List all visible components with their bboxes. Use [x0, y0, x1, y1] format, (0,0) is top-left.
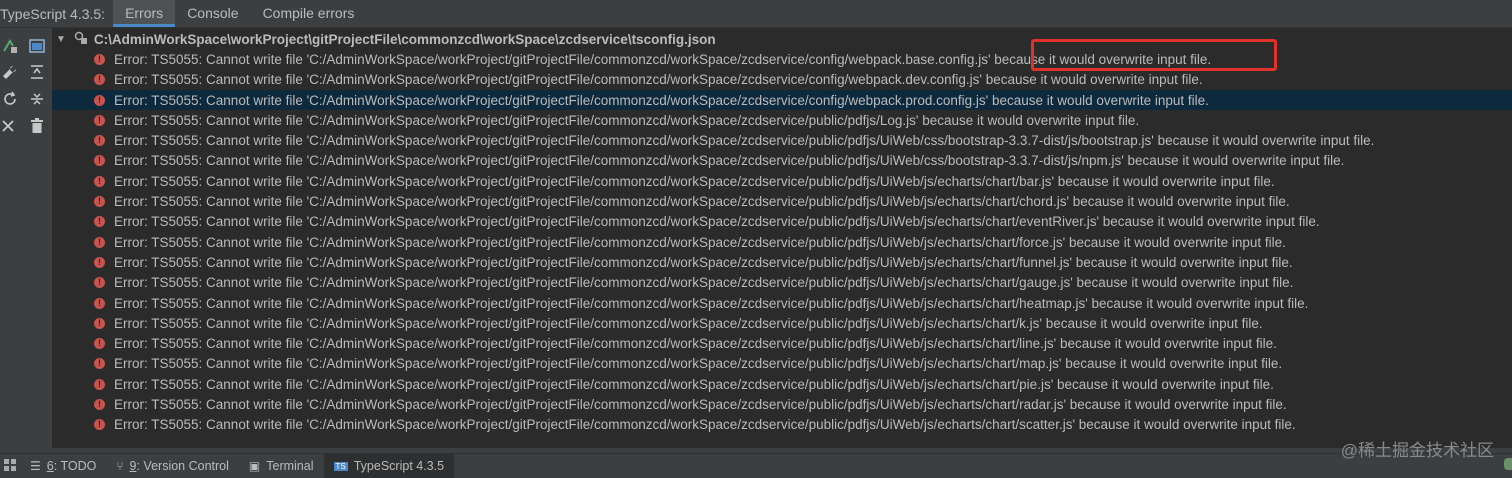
error-icon: ! — [94, 317, 105, 329]
error-row[interactable]: ! Error: TS5055: Cannot write file 'C:/Ad… — [52, 171, 1512, 191]
bottom-tool-bar: ☰ 6: TODO ⑂ 9: Version Control ▣ Termina… — [0, 453, 1512, 478]
tab-errors[interactable]: Errors — [113, 0, 176, 27]
error-message: Error: TS5055: Cannot write file 'C:/Adm… — [114, 397, 1287, 413]
error-row[interactable]: ! Error: TS5055: Cannot write file 'C:/Ad… — [52, 191, 1512, 211]
error-row[interactable]: ! Error: TS5055: Cannot write file 'C:/Ad… — [52, 89, 1512, 111]
error-row[interactable]: ! Error: TS5055: Cannot write file 'C:/Ad… — [52, 110, 1512, 130]
preview-panel-icon[interactable] — [27, 36, 47, 56]
close-icon[interactable] — [0, 116, 18, 136]
annotation-highlight — [1031, 39, 1277, 71]
todo-key: 6 — [46, 459, 54, 473]
error-row[interactable]: ! Error: TS5055: Cannot write file 'C:/Ad… — [52, 415, 1512, 435]
terminal-icon: ▣ — [248, 459, 261, 473]
vcs-label: : Version Control — [136, 459, 229, 473]
error-row[interactable]: ! Error: TS5055: Cannot write file 'C:/Ad… — [52, 394, 1512, 414]
todo-label: : TODO — [53, 459, 97, 473]
error-row[interactable]: ! Error: TS5055: Cannot write file 'C:/Ad… — [52, 70, 1512, 90]
error-message: Error: TS5055: Cannot write file 'C:/Adm… — [114, 417, 1296, 433]
tsconfig-path: C:\AdminWorkSpace\workProject\gitProject… — [93, 31, 716, 47]
error-icon: ! — [94, 256, 105, 268]
refresh-icon[interactable] — [0, 89, 20, 109]
error-row[interactable]: ! Error: TS5055: Cannot write file 'C:/Ad… — [52, 374, 1512, 394]
error-icon: ! — [94, 196, 105, 208]
tree-root-node[interactable]: ▼ C:\AdminWorkSpace\workProject\gitProje… — [52, 29, 1512, 49]
bottom-tab-typescript[interactable]: TS TypeScript 4.3.5 — [323, 454, 455, 478]
side-toolbar — [0, 28, 52, 448]
expand-arrow-icon[interactable]: ▼ — [56, 34, 66, 45]
error-message: Error: TS5055: Cannot write file 'C:/Adm… — [114, 92, 1209, 108]
list-icon: ☰ — [30, 459, 41, 473]
error-icon: ! — [94, 94, 105, 106]
error-icon: ! — [94, 399, 105, 411]
typescript-icon: TS — [333, 461, 348, 471]
error-message: Error: TS5055: Cannot write file 'C:/Adm… — [114, 112, 1140, 128]
error-icon: ! — [94, 378, 105, 390]
layout-icon[interactable] — [4, 458, 16, 474]
error-icon: ! — [94, 175, 105, 187]
error-row[interactable]: ! Error: TS5055: Cannot write file 'C:/Ad… — [52, 313, 1512, 333]
error-icon: ! — [94, 358, 105, 370]
error-row[interactable]: ! Error: TS5055: Cannot write file 'C:/Ad… — [52, 232, 1512, 252]
error-message: Error: TS5055: Cannot write file 'C:/Adm… — [114, 214, 1320, 230]
error-row[interactable]: ! Error: TS5055: Cannot write file 'C:/Ad… — [52, 49, 1512, 69]
error-row[interactable]: ! Error: TS5055: Cannot write file 'C:/Ad… — [52, 151, 1512, 171]
error-row[interactable]: ! Error: TS5055: Cannot write file 'C:/Ad… — [52, 273, 1512, 293]
tab-console[interactable]: Console — [175, 0, 250, 27]
error-message: Error: TS5055: Cannot write file 'C:/Adm… — [114, 295, 1309, 311]
error-message: Error: TS5055: Cannot write file 'C:/Adm… — [114, 153, 1345, 169]
error-row[interactable]: ! Error: TS5055: Cannot write file 'C:/Ad… — [52, 252, 1512, 272]
error-row[interactable]: ! Error: TS5055: Cannot write file 'C:/Ad… — [52, 131, 1512, 151]
error-icon: ! — [94, 338, 105, 350]
error-row[interactable]: ! Error: TS5055: Cannot write file 'C:/Ad… — [52, 354, 1512, 374]
error-message: Error: TS5055: Cannot write file 'C:/Adm… — [114, 234, 1286, 250]
errors-tree: ▼ C:\AdminWorkSpace\workProject\gitProje… — [52, 28, 1512, 448]
bottom-tab-terminal[interactable]: ▣ Terminal — [239, 454, 324, 478]
error-message: Error: TS5055: Cannot write file 'C:/Adm… — [114, 254, 1293, 270]
error-message: Error: TS5055: Cannot write file 'C:/Adm… — [114, 173, 1275, 189]
side-handle[interactable] — [1504, 458, 1512, 470]
error-icon: ! — [94, 419, 105, 431]
typescript-label: TypeScript 4.3.5 — [353, 459, 445, 473]
error-row[interactable]: ! Error: TS5055: Cannot write file 'C:/Ad… — [52, 212, 1512, 232]
error-message: Error: TS5055: Cannot write file 'C:/Adm… — [114, 72, 1203, 88]
error-icon: ! — [94, 277, 105, 289]
error-message: Error: TS5055: Cannot write file 'C:/Adm… — [114, 133, 1375, 149]
error-icon: ! — [94, 297, 105, 309]
expand-all-icon[interactable] — [27, 62, 47, 82]
trash-icon[interactable] — [27, 116, 47, 136]
config-file-icon — [74, 31, 88, 48]
recompile-icon[interactable] — [0, 36, 20, 56]
error-message: Error: TS5055: Cannot write file 'C:/Adm… — [114, 275, 1294, 291]
branch-icon: ⑂ — [116, 459, 124, 473]
error-icon: ! — [94, 135, 105, 147]
error-message: Error: TS5055: Cannot write file 'C:/Adm… — [114, 315, 1263, 331]
error-icon: ! — [94, 155, 105, 167]
error-icon: ! — [94, 114, 105, 126]
error-icon: ! — [94, 236, 105, 248]
error-row[interactable]: ! Error: TS5055: Cannot write file 'C:/Ad… — [52, 293, 1512, 313]
vcs-key: 9 — [129, 459, 137, 473]
error-icon: ! — [94, 216, 105, 228]
error-row[interactable]: ! Error: TS5055: Cannot write file 'C:/Ad… — [52, 334, 1512, 354]
tool-window-header: TypeScript 4.3.5: Errors Console Compile… — [0, 0, 1512, 28]
error-message: Error: TS5055: Cannot write file 'C:/Adm… — [114, 356, 1283, 372]
error-icon: ! — [94, 53, 105, 65]
error-message: Error: TS5055: Cannot write file 'C:/Adm… — [114, 336, 1277, 352]
terminal-label: Terminal — [266, 459, 314, 473]
error-message: Error: TS5055: Cannot write file 'C:/Adm… — [114, 376, 1274, 392]
wrench-icon[interactable] — [0, 62, 20, 82]
tool-window-title: TypeScript 4.3.5: — [0, 5, 106, 22]
error-message: Error: TS5055: Cannot write file 'C:/Adm… — [114, 194, 1290, 210]
error-icon: ! — [94, 74, 105, 86]
watermark: @稀土掘金技术社区 — [1340, 441, 1494, 460]
tab-compile-errors[interactable]: Compile errors — [251, 0, 367, 27]
collapse-all-icon[interactable] — [27, 89, 47, 109]
bottom-tab-todo[interactable]: ☰ 6: TODO — [20, 454, 106, 478]
bottom-tab-version-control[interactable]: ⑂ 9: Version Control — [106, 454, 239, 478]
